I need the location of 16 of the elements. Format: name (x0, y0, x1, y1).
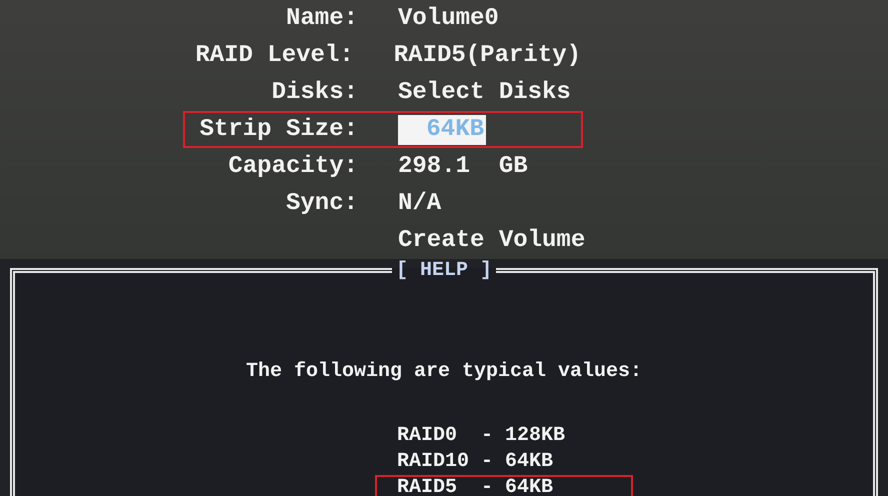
field-label: RAID Level: (194, 42, 354, 69)
field-value[interactable]: 298.1 GB (398, 152, 528, 182)
help-line: RAID0 - 128KB (396, 423, 566, 449)
field-value[interactable]: Volume0 (398, 4, 499, 34)
field-label: Disks: (270, 79, 358, 106)
field-label: Name: (284, 5, 358, 32)
help-title: [ HELP ] (394, 259, 493, 282)
create-volume-option[interactable]: Create Volume (398, 222, 586, 259)
field-label: Capacity: (227, 153, 358, 180)
help-text: The following are typical values: (246, 360, 642, 383)
field-label: Strip Size: (198, 116, 358, 143)
field-value[interactable]: N/A (398, 188, 442, 218)
help-line: RAID10 - 64KB (396, 449, 554, 475)
field-label: Sync: (284, 190, 358, 217)
field-value[interactable]: RAID5(Parity) (394, 40, 581, 70)
field-value[interactable]: Select Disks (398, 78, 571, 108)
